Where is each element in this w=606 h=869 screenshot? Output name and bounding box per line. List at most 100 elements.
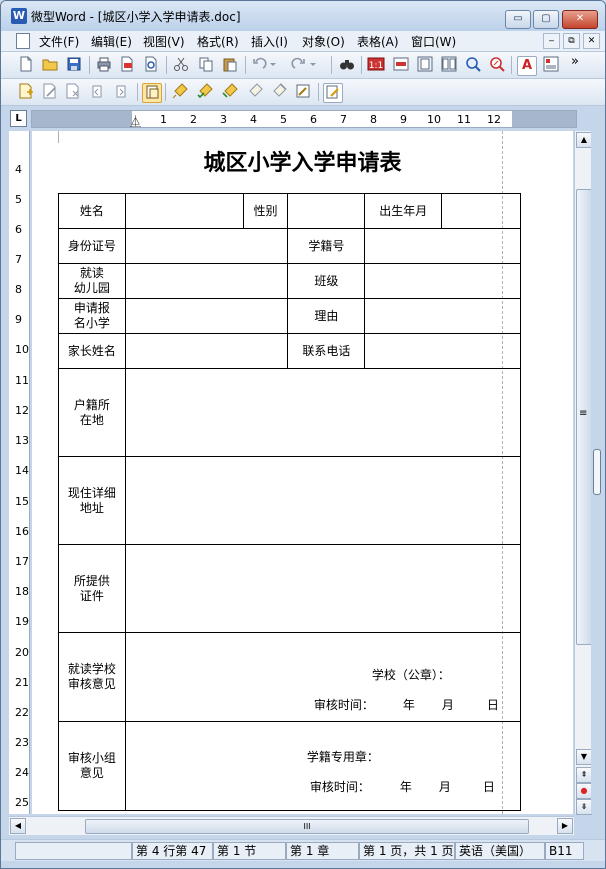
scroll-down-button[interactable]: ▼: [576, 749, 592, 765]
accept-all-icon[interactable]: [246, 83, 264, 101]
input-reason[interactable]: [364, 298, 521, 334]
label-phone: 联系电话: [287, 333, 366, 369]
input-address[interactable]: [124, 456, 522, 545]
input-documents[interactable]: [124, 544, 522, 633]
review-pane-icon[interactable]: [294, 83, 312, 101]
track-changes-icon[interactable]: [142, 83, 162, 103]
document-icon[interactable]: [16, 33, 30, 49]
copy-icon[interactable]: [197, 56, 215, 74]
undo-icon[interactable]: [251, 56, 276, 74]
menu-view[interactable]: 视图(V): [143, 33, 185, 50]
menu-window[interactable]: 窗口(W): [411, 33, 456, 50]
print-preview-icon[interactable]: [142, 56, 160, 74]
document-map-icon[interactable]: [323, 83, 343, 103]
zoom-percent-icon[interactable]: [488, 56, 506, 74]
export-pdf-icon[interactable]: [118, 56, 136, 74]
menu-format[interactable]: 格式(R): [197, 33, 239, 50]
input-gender[interactable]: [287, 193, 366, 229]
one-page-icon[interactable]: [416, 56, 434, 74]
horizontal-scroll-thumb[interactable]: III: [85, 819, 529, 834]
menu-edit[interactable]: 编辑(E): [91, 33, 132, 50]
scroll-right-button[interactable]: ▶: [557, 818, 573, 834]
menu-file[interactable]: 文件(F): [39, 33, 79, 50]
doc-minimize-button[interactable]: ‒: [543, 33, 560, 49]
reject-change-icon[interactable]: [221, 83, 239, 101]
minimize-button[interactable]: ▭: [505, 10, 531, 29]
open-folder-icon[interactable]: [41, 56, 59, 74]
two-page-icon[interactable]: [440, 56, 458, 74]
browse-object-button[interactable]: ●: [576, 783, 592, 799]
actual-size-icon[interactable]: 1:1: [367, 56, 385, 74]
input-class[interactable]: [364, 263, 521, 299]
committee-date-label: 审核时间：: [309, 780, 370, 794]
ruler-number: 2: [190, 113, 197, 126]
input-kindergarten[interactable]: [124, 263, 289, 299]
document-page[interactable]: 城区小学入学申请表 姓名 性别 出生年月 身份证号 学籍号 就读 幼儿园 班级 …: [32, 131, 573, 814]
menu-object[interactable]: 对象(O): [302, 33, 345, 50]
horizontal-scrollbar[interactable]: ◀ III ▶: [9, 816, 574, 835]
accept-change-icon[interactable]: [196, 83, 214, 101]
input-student-no[interactable]: [364, 228, 521, 264]
reject-all-icon[interactable]: [270, 83, 288, 101]
input-id[interactable]: [124, 228, 289, 264]
minimize-icon: ▭: [513, 13, 523, 24]
status-mode[interactable]: B11: [545, 842, 584, 860]
new-document-icon[interactable]: [17, 56, 35, 74]
zoom-icon[interactable]: [464, 56, 482, 74]
cut-icon[interactable]: [172, 56, 190, 74]
vertical-ruler[interactable]: 4 5 6 7 8 9 10 11 12 13 14 15 16 17 18 1…: [9, 131, 30, 814]
committee-day-label: 日: [482, 780, 495, 794]
vertical-ruler-number: 9: [15, 313, 22, 326]
vertical-scrollbar[interactable]: ▲ ≡ ▼ ⇞ ● ⇟: [574, 131, 592, 815]
vertical-scroll-thumb[interactable]: ≡: [576, 189, 592, 645]
vertical-ruler-number: 11: [15, 374, 29, 387]
tab-stop-selector[interactable]: L: [10, 110, 27, 127]
doc-restore-button[interactable]: ⧉: [563, 33, 580, 49]
scroll-left-button[interactable]: ◀: [10, 818, 26, 834]
toolbar-overflow-button[interactable]: »: [571, 54, 579, 69]
split-handle[interactable]: [593, 449, 601, 495]
prev-page-button[interactable]: ⇞: [576, 767, 592, 783]
close-button[interactable]: ✕: [562, 10, 598, 29]
insert-picture-icon[interactable]: [542, 56, 560, 74]
school-review-cell[interactable]: 学校（公章）： 审核时间： 年 月 日: [124, 632, 522, 722]
menu-insert[interactable]: 插入(I): [251, 33, 288, 50]
delete-comment-icon[interactable]: [64, 83, 82, 101]
new-comment-icon[interactable]: [17, 83, 35, 101]
input-parent[interactable]: [124, 333, 289, 369]
next-comment-icon[interactable]: [112, 83, 130, 101]
input-household[interactable]: [124, 368, 522, 457]
edit-comment-icon[interactable]: [41, 83, 59, 101]
word-app-icon[interactable]: W: [11, 8, 27, 24]
redo-icon[interactable]: [291, 56, 316, 74]
table-row: 申请报 名小学 理由: [58, 298, 521, 334]
vertical-ruler-number: 23: [15, 736, 29, 749]
input-phone[interactable]: [364, 333, 521, 369]
menu-table[interactable]: 表格(A): [357, 33, 399, 50]
ruler-strip[interactable]: ⏅ 1 2 3 4 5 6 7 8 9 10 11 12: [31, 110, 577, 128]
scroll-up-button[interactable]: ▲: [576, 132, 592, 148]
prev-comment-icon[interactable]: [88, 83, 106, 101]
font-color-icon[interactable]: A: [517, 56, 537, 76]
label-line: 意见: [79, 766, 104, 780]
input-birth[interactable]: [441, 193, 521, 229]
input-school[interactable]: [124, 298, 289, 334]
next-page-button[interactable]: ⇟: [576, 799, 592, 815]
find-icon[interactable]: [338, 56, 356, 74]
save-icon[interactable]: [65, 56, 83, 74]
application-form-table[interactable]: 姓名 性别 出生年月 身份证号 学籍号 就读 幼儿园 班级 申请报 名小学 理由…: [58, 193, 522, 811]
input-name[interactable]: [124, 193, 244, 229]
maximize-button[interactable]: ▢: [533, 10, 559, 29]
status-language[interactable]: 英语（美国）: [455, 842, 545, 860]
document-title[interactable]: 城区小学入学申请表: [32, 145, 573, 177]
indent-marker[interactable]: ⏅: [130, 113, 141, 129]
review-date-label: 审核时间：: [313, 698, 374, 712]
fit-width-icon[interactable]: [392, 56, 410, 74]
paste-icon[interactable]: [221, 56, 239, 74]
committee-review-cell[interactable]: 学籍专用章： 审核时间： 年 月 日: [124, 721, 522, 811]
committee-month-label: 月: [438, 780, 451, 794]
highlighter-icon[interactable]: [171, 83, 189, 101]
print-icon[interactable]: [95, 56, 113, 74]
vertical-ruler-number: 17: [15, 555, 29, 568]
doc-close-button[interactable]: ✕: [583, 33, 600, 49]
